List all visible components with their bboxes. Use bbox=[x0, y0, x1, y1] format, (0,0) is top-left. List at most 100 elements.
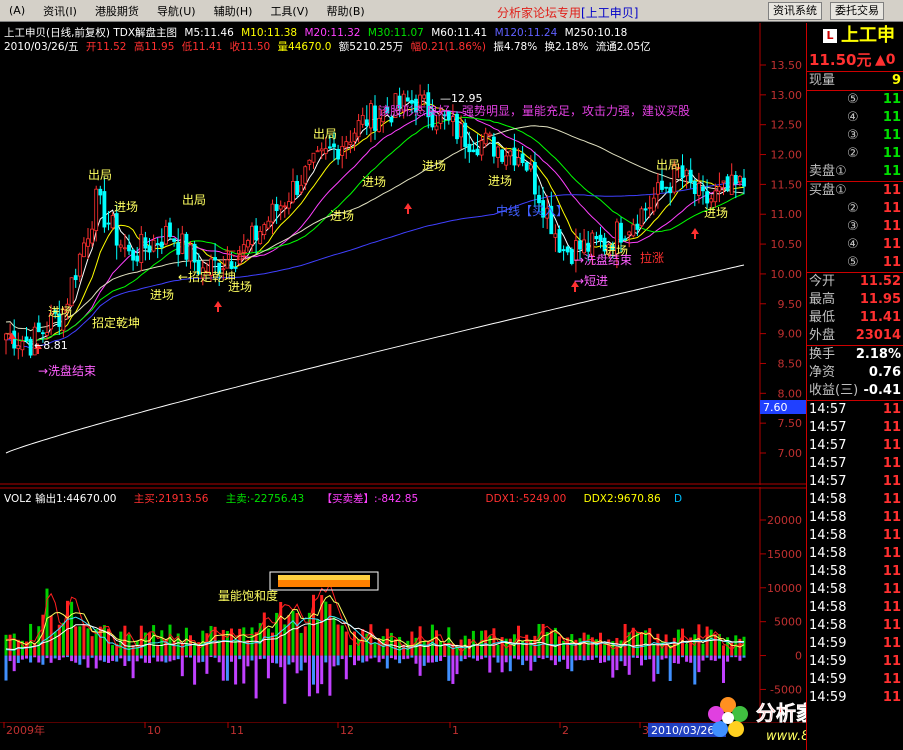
vol-neg-bar bbox=[435, 655, 438, 662]
candle-body bbox=[500, 149, 505, 162]
vol-neg-bar bbox=[439, 655, 443, 661]
stock-logo-icon: L bbox=[823, 29, 837, 43]
candle-body bbox=[77, 253, 82, 277]
menu-item-nav[interactable]: 导航(U) bbox=[148, 3, 205, 19]
vol-bar bbox=[78, 626, 82, 656]
date-tick-label: 2 bbox=[562, 724, 569, 737]
vol-neg-bar bbox=[402, 655, 406, 660]
vol-bar bbox=[607, 639, 611, 656]
vol-neg-bar bbox=[238, 655, 242, 660]
vol-bar bbox=[340, 625, 344, 656]
vol-neg-bar bbox=[205, 655, 209, 674]
vol-bar bbox=[549, 630, 553, 656]
vol-bar bbox=[168, 624, 172, 656]
menu-item-hk-futures[interactable]: 港股期货 bbox=[86, 3, 148, 19]
vol-neg-bar bbox=[381, 655, 385, 659]
tick-list[interactable]: 14:57 11 14:57 11 14:57 11 14:57 11 14:57 11 14:58… bbox=[807, 401, 903, 707]
vol-neg-bar bbox=[607, 655, 611, 661]
vol-neg-bar bbox=[316, 655, 320, 694]
candle-body bbox=[578, 240, 582, 250]
trade-button[interactable]: 委托交易 bbox=[830, 2, 884, 20]
vol-neg-bar bbox=[160, 655, 164, 662]
candle-body bbox=[323, 148, 328, 154]
vol-bar bbox=[193, 644, 197, 656]
indicator-d: D bbox=[673, 493, 683, 505]
tick-row: 14:59 11 bbox=[807, 671, 903, 689]
menu-item-news[interactable]: 资讯(I) bbox=[34, 3, 86, 19]
vol-bar bbox=[574, 639, 578, 656]
vol-neg-bar bbox=[348, 655, 352, 658]
candle-body bbox=[106, 222, 111, 225]
price-tick-label: 10.00 bbox=[771, 268, 803, 281]
vol-bar bbox=[90, 636, 94, 656]
vol-neg-bar bbox=[291, 655, 295, 663]
vol-neg-bar bbox=[357, 655, 361, 661]
buy5-label: ⑤ bbox=[847, 255, 859, 270]
main-kline-chart[interactable]: 13.50 13.00 12.50 12.00 11.50 11.00 10.50 10.00… bbox=[0, 23, 806, 485]
exit-label: 出局 bbox=[182, 193, 206, 207]
short-entry-label: →短进 bbox=[574, 274, 608, 288]
vol-neg-bar bbox=[242, 655, 246, 684]
menu-item-a[interactable]: (A) bbox=[0, 4, 34, 17]
candle-body bbox=[483, 132, 488, 145]
vol-neg-bar bbox=[340, 655, 344, 660]
sell5-label: ⑤ bbox=[847, 92, 859, 107]
bar-close: 收11.50 bbox=[229, 41, 271, 53]
candle-body bbox=[327, 146, 332, 149]
price-tick-label: 13.50 bbox=[771, 59, 803, 72]
candle-body bbox=[299, 184, 304, 193]
vol-neg-bar bbox=[476, 655, 479, 661]
tick-row: 14:57 11 bbox=[807, 473, 903, 491]
vol-neg-bar bbox=[480, 655, 484, 660]
menu-item-tools[interactable]: 工具(V) bbox=[261, 3, 317, 19]
vol-neg-bar bbox=[504, 655, 508, 663]
vol-bar bbox=[102, 625, 106, 656]
menu-item-aux[interactable]: 辅助(H) bbox=[205, 3, 262, 19]
vol-bar bbox=[492, 628, 496, 656]
vol-tick-label: 20000 bbox=[767, 514, 802, 527]
vol-neg-bar bbox=[287, 655, 291, 665]
enter-label: 进场 bbox=[422, 159, 446, 173]
vol-bar bbox=[172, 640, 176, 656]
candle-body bbox=[496, 146, 500, 158]
candle-body bbox=[94, 188, 99, 231]
candle-body bbox=[368, 103, 373, 129]
vol-neg-bar bbox=[295, 655, 299, 674]
tick-time: 14:59 bbox=[809, 672, 847, 687]
vol-neg-bar bbox=[406, 655, 410, 659]
vol-neg-bar bbox=[660, 655, 664, 660]
tick-time: 14:59 bbox=[809, 654, 847, 669]
washout-label-2: →洗盘结束 bbox=[574, 252, 632, 267]
ma60-value: M60:11.41 bbox=[431, 27, 488, 39]
vol-neg-bar bbox=[627, 655, 631, 675]
news-system-button[interactable]: 资讯系统 bbox=[768, 2, 822, 20]
candle-body bbox=[340, 145, 345, 156]
vol-neg-bar bbox=[312, 655, 315, 685]
vol-neg-bar bbox=[713, 655, 717, 661]
vol-bar bbox=[61, 622, 65, 656]
vol-neg-bar bbox=[705, 655, 709, 658]
candle-body bbox=[627, 231, 632, 236]
tick-price: 11 bbox=[882, 492, 901, 507]
enter-label: 进场 bbox=[488, 174, 512, 188]
candle-body bbox=[352, 132, 357, 142]
vol-neg-bar bbox=[648, 655, 652, 660]
candle-body bbox=[377, 118, 382, 132]
sell2-label: ② bbox=[847, 146, 859, 161]
tick-row: 14:58 11 bbox=[807, 617, 903, 635]
menu-item-help[interactable]: 帮助(B) bbox=[318, 3, 374, 19]
vol-neg-bar bbox=[193, 655, 197, 685]
volume-indicator-chart[interactable]: 20000150001000050000-5000 量能饱和度 bbox=[0, 487, 806, 720]
vol-neg-bar bbox=[61, 655, 65, 658]
vol-neg-bar bbox=[353, 655, 356, 666]
vol-neg-bar bbox=[111, 655, 115, 661]
vol-neg-bar bbox=[4, 655, 8, 681]
tick-row: 14:57 11 bbox=[807, 455, 903, 473]
candle-body bbox=[533, 161, 537, 195]
tick-price: 11 bbox=[882, 420, 901, 435]
vol-neg-bar bbox=[172, 655, 176, 661]
candle-body bbox=[336, 148, 341, 160]
sell3-label: ③ bbox=[847, 128, 859, 143]
vol-neg-bar bbox=[94, 655, 98, 669]
vol-neg-bar bbox=[689, 655, 693, 663]
